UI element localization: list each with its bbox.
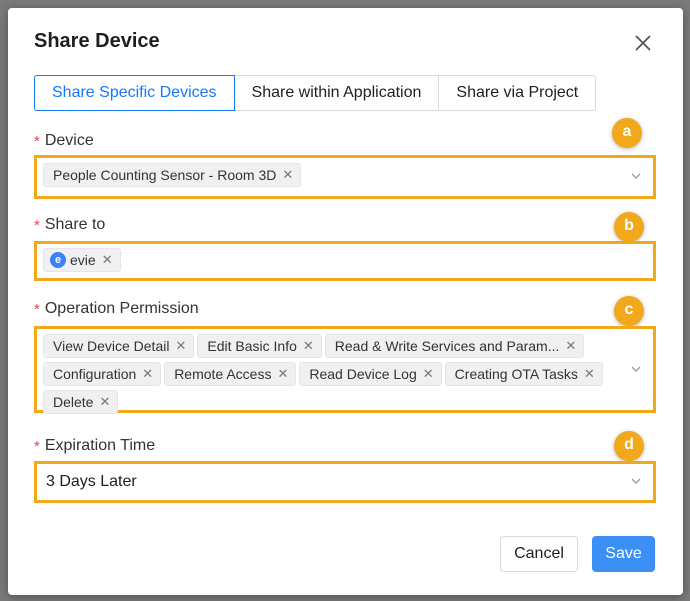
selected-tag: Creating OTA Tasks ✕ <box>444 362 603 386</box>
close-icon[interactable] <box>632 32 654 54</box>
required-marker: * <box>34 217 40 234</box>
share-to-select[interactable]: e evie ✕ <box>34 241 656 281</box>
tag-label: Read Device Log <box>309 366 417 382</box>
remove-tag-icon[interactable]: ✕ <box>102 252 113 268</box>
save-button[interactable]: Save <box>592 536 655 572</box>
annotation-badge-b: b <box>614 212 644 242</box>
chevron-down-icon[interactable] <box>631 476 641 486</box>
annotation-badge-d: d <box>614 431 644 461</box>
selected-tag: Remote Access ✕ <box>164 362 297 386</box>
share-device-dialog: Share Device Share Specific Devices Shar… <box>8 8 683 595</box>
selected-tag: Read & Write Services and Param... ✕ <box>324 334 585 358</box>
tag-label: evie <box>70 252 96 268</box>
annotation-badge-c: c <box>614 296 644 326</box>
selected-tag: e evie ✕ <box>43 248 121 272</box>
required-marker: * <box>34 133 40 150</box>
device-tag-list: People Counting Sensor - Room 3D ✕ <box>37 158 653 196</box>
selected-tag: Configuration ✕ <box>43 362 162 386</box>
remove-tag-icon[interactable]: ✕ <box>142 366 153 382</box>
chevron-down-icon[interactable] <box>631 171 641 181</box>
expiration-time-select[interactable]: 3 Days Later <box>34 461 656 503</box>
user-tag-list: e evie ✕ <box>37 244 653 278</box>
remove-tag-icon[interactable]: ✕ <box>282 167 293 183</box>
selected-tag: Delete ✕ <box>43 390 119 414</box>
selected-tag: View Device Detail ✕ <box>43 334 195 358</box>
tag-label: Read & Write Services and Param... <box>334 338 560 354</box>
device-select[interactable]: People Counting Sensor - Room 3D ✕ <box>34 155 656 199</box>
selected-tag: Read Device Log ✕ <box>299 362 442 386</box>
required-marker: * <box>34 301 40 318</box>
tag-label: Configuration <box>53 366 137 382</box>
permission-tag-list: View Device Detail ✕ Edit Basic Info ✕ Read … <box>37 329 653 414</box>
expiration-value: 3 Days Later <box>46 473 137 490</box>
selected-tag: Edit Basic Info ✕ <box>197 334 322 358</box>
remove-tag-icon[interactable]: ✕ <box>584 366 595 382</box>
tag-label: Delete <box>53 394 94 410</box>
remove-tag-icon[interactable]: ✕ <box>277 366 288 382</box>
share-mode-tabs: Share Specific Devices Share within Appl… <box>34 75 597 111</box>
tab-share-specific-devices[interactable]: Share Specific Devices <box>34 75 235 111</box>
device-label: * Device <box>34 132 94 150</box>
remove-tag-icon[interactable]: ✕ <box>99 394 110 410</box>
avatar: e <box>50 252 66 268</box>
tag-label: People Counting Sensor - Room 3D <box>53 167 277 183</box>
tag-label: Edit Basic Info <box>207 338 297 354</box>
chevron-down-icon[interactable] <box>631 364 641 374</box>
tab-share-within-application[interactable]: Share within Application <box>233 75 440 111</box>
tag-label: Remote Access <box>174 366 272 382</box>
tag-label: View Device Detail <box>53 338 170 354</box>
remove-tag-icon[interactable]: ✕ <box>565 338 576 354</box>
annotation-badge-a: a <box>612 118 642 148</box>
remove-tag-icon[interactable]: ✕ <box>303 338 314 354</box>
operation-permission-label: * Operation Permission <box>34 300 199 318</box>
remove-tag-icon[interactable]: ✕ <box>175 338 186 354</box>
required-marker: * <box>34 438 40 455</box>
share-to-label: * Share to <box>34 216 106 234</box>
tab-share-via-project[interactable]: Share via Project <box>438 75 597 111</box>
expiration-time-label: * Expiration Time <box>34 437 156 455</box>
cancel-button[interactable]: Cancel <box>500 536 578 572</box>
remove-tag-icon[interactable]: ✕ <box>423 366 434 382</box>
tag-label: Creating OTA Tasks <box>454 366 578 382</box>
operation-permission-select[interactable]: View Device Detail ✕ Edit Basic Info ✕ Read … <box>34 326 656 414</box>
dialog-title: Share Device <box>34 30 160 52</box>
selected-tag: People Counting Sensor - Room 3D ✕ <box>43 163 302 187</box>
